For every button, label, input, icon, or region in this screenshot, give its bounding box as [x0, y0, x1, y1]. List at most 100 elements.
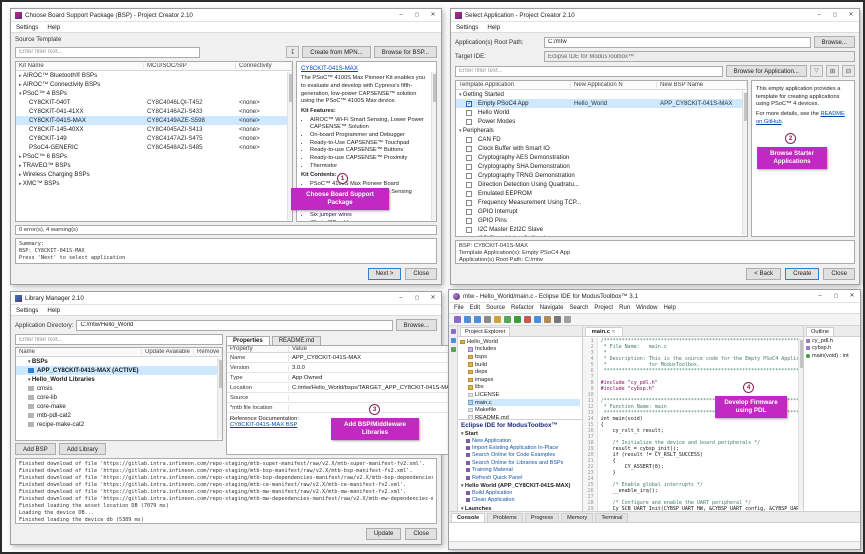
view-shortcut-icon[interactable]	[450, 347, 456, 352]
back-button[interactable]: < Back	[746, 267, 782, 280]
application-directory-input[interactable]	[76, 319, 393, 331]
column-header-new-bsp[interactable]: New BSP Name	[657, 82, 747, 88]
code-line[interactable]: Cy_SCB_UART_Init(CYBSP_UART_HW, &CYBSP_U…	[583, 506, 803, 511]
library-tree-row[interactable]: APP_CY8CKIT-041S-MAX (ACTIVE)	[16, 366, 222, 375]
template-app-row[interactable]: I2C Slave Using Callbacks	[456, 234, 747, 236]
last-edit-icon[interactable]	[554, 316, 561, 323]
column-header-kit-name[interactable]: Kit Name	[16, 63, 144, 69]
close-icon[interactable]	[847, 9, 855, 21]
console-tab[interactable]: Console	[451, 513, 486, 522]
template-app-row[interactable]: I2C Master EzI2C Slave	[456, 225, 747, 234]
quick-panel-link[interactable]: Search Online for Code Examples	[461, 452, 579, 459]
library-tree-row[interactable]: mtb-pdl-cat2	[16, 411, 222, 420]
checkbox-icon[interactable]	[466, 163, 472, 170]
explorer-item-row[interactable]: deps	[468, 368, 580, 376]
minimize-icon[interactable]	[397, 9, 405, 21]
template-app-row[interactable]: GPIO Interrupt	[456, 207, 747, 216]
bsp-filter-input[interactable]	[15, 46, 200, 58]
run-icon[interactable]	[514, 316, 521, 323]
column-header-new-application[interactable]: New Application N	[571, 82, 657, 88]
quick-section-project[interactable]: Hello World (APP_CY8CKIT-041S-MAX)	[461, 483, 579, 489]
quick-panel-link[interactable]: Clean Application	[461, 497, 579, 504]
menu-item[interactable]: Search	[569, 305, 588, 311]
menu-item[interactable]: Help	[47, 24, 60, 31]
quick-panel-link[interactable]: Import Existing Application In-Place	[461, 444, 579, 451]
template-app-row[interactable]: Cryptography SHA Demonstration	[456, 162, 747, 171]
template-app-row[interactable]: Power Modes	[456, 117, 747, 126]
close-button[interactable]: Close	[405, 527, 437, 540]
outline-item[interactable]: main(void) : int	[804, 352, 860, 360]
property-row[interactable]: Location C:/mtw/Hello_World/bsps/TARGET_…	[227, 383, 457, 393]
menu-item[interactable]: Window	[636, 305, 657, 311]
menu-item[interactable]: Project	[594, 305, 613, 311]
library-tree-row[interactable]: recipe-make-cat2	[16, 420, 222, 429]
build-all-icon[interactable]	[494, 316, 501, 323]
minimize-icon[interactable]	[397, 292, 405, 304]
close-button[interactable]: Close	[823, 267, 855, 280]
template-app-row[interactable]: Cryptography TRNG Demonstration	[456, 171, 747, 180]
bsp-tree-row[interactable]: Wireless Charging BSPs	[16, 170, 292, 179]
property-row[interactable]: Type App Owned	[227, 373, 457, 383]
project-root-row[interactable]: Hello_World	[460, 338, 580, 346]
bsp-tree-row[interactable]: CY8CKIT-041-41XX CY8C4146AZI-S433 <none>	[16, 107, 292, 116]
explorer-item-row[interactable]: Makefile	[468, 406, 580, 414]
minimize-icon[interactable]	[815, 9, 823, 21]
save-icon[interactable]	[464, 316, 471, 323]
template-app-row[interactable]: GPIO Pins	[456, 216, 747, 225]
checkbox-icon[interactable]	[466, 181, 472, 188]
tab-main-c[interactable]: main.c	[584, 327, 623, 336]
close-icon[interactable]	[848, 290, 856, 302]
maximize-icon[interactable]	[831, 9, 839, 21]
menu-item[interactable]: Source	[486, 305, 505, 311]
library-tree-row[interactable]: core-lib	[16, 393, 222, 402]
close-icon[interactable]	[429, 9, 437, 21]
root-path-input[interactable]	[544, 36, 811, 48]
checkbox-icon[interactable]	[466, 226, 472, 233]
menu-item[interactable]: Help	[47, 307, 60, 314]
bsp-tree-row[interactable]: PSoC™ 4 BSPs	[16, 89, 292, 98]
titlebar[interactable]: Choose Board Support Package (BSP) - Pro…	[11, 9, 441, 22]
quick-panel-link[interactable]: Build Application	[461, 489, 579, 496]
template-app-row[interactable]: CAN FD	[456, 135, 747, 144]
checkbox-icon[interactable]	[466, 154, 472, 161]
explorer-item-row[interactable]: build	[468, 361, 580, 369]
editor-scrollbar[interactable]	[798, 338, 803, 510]
menu-item[interactable]: Settings	[456, 24, 478, 31]
titlebar[interactable]: Select Application - Project Creator 2.1…	[451, 9, 859, 22]
quick-panel-link[interactable]: Refresh Quick Panel	[461, 474, 579, 481]
tab-outline[interactable]: Outline	[806, 327, 835, 336]
checkbox-icon[interactable]	[466, 109, 472, 116]
tab-properties[interactable]: Properties	[226, 336, 270, 345]
tab-project-explorer[interactable]: Project Explorer	[460, 327, 511, 336]
checkbox-icon[interactable]	[466, 217, 472, 224]
browse-for-bsp-button[interactable]: Browse for BSP...	[373, 46, 437, 58]
outline-item[interactable]: cybsp.h	[804, 345, 860, 353]
minimize-icon[interactable]	[816, 290, 824, 302]
checkbox-icon[interactable]	[466, 100, 472, 107]
library-tree-row[interactable]: core-make	[16, 402, 222, 411]
template-app-row[interactable]: Direction Detection Using Quadratu...	[456, 180, 747, 189]
create-from-mpn-button[interactable]: Create from MPN...	[302, 46, 371, 58]
search-icon[interactable]	[534, 316, 541, 323]
view-shortcut-icon[interactable]	[450, 338, 456, 343]
group-getting-started[interactable]: Getting Started	[456, 90, 747, 99]
explorer-item-row[interactable]: images	[468, 376, 580, 384]
menu-item[interactable]: Refactor	[511, 305, 534, 311]
bsp-tree-row[interactable]: AIROC™ Connectivity BSPs	[16, 80, 292, 89]
checkbox-icon[interactable]	[466, 235, 472, 236]
console-tab[interactable]: Problems	[487, 513, 523, 522]
property-row[interactable]: Source	[227, 393, 457, 403]
bsp-tree-row[interactable]: CY8CKIT-145-40XX CY8C4045AZI-S413 <none>	[16, 125, 292, 134]
browse-directory-button[interactable]: Browse...	[395, 319, 437, 331]
template-app-row[interactable]: Frequency Measurement Using TCP...	[456, 198, 747, 207]
console-tab[interactable]: Progress	[524, 513, 560, 522]
quick-panel-link[interactable]: New Application	[461, 437, 579, 444]
bsp-tree-row[interactable]: XMC™ BSPs	[16, 179, 292, 188]
checkbox-icon[interactable]	[466, 208, 472, 215]
template-app-row[interactable]: Cryptography AES Demonstration	[456, 153, 747, 162]
update-button[interactable]: Update	[365, 527, 402, 540]
template-app-row[interactable]: Emulated EEPROM	[456, 189, 747, 198]
property-row[interactable]: Version 3.0.0	[227, 363, 457, 373]
menu-item[interactable]: Navigate	[540, 305, 564, 311]
menu-item[interactable]: Settings	[16, 24, 38, 31]
